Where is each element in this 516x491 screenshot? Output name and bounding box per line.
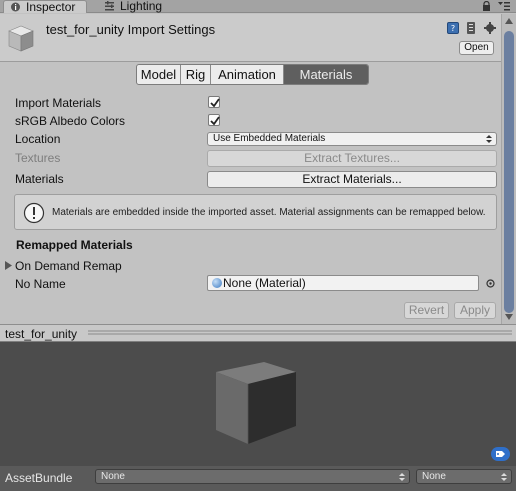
tab-lighting-label: Lighting [120, 0, 163, 13]
model-preview[interactable] [0, 342, 516, 466]
updown-arrow-icon [486, 135, 492, 143]
model-asset-icon [8, 25, 34, 52]
checkmark-icon [210, 116, 220, 126]
lock-icon[interactable] [482, 1, 491, 11]
revert-button[interactable]: Revert [404, 302, 449, 319]
vertical-scrollbar[interactable] [501, 14, 516, 324]
updown-arrow-icon [501, 473, 507, 481]
materials-label: Materials [15, 172, 64, 186]
foldout-arrow-icon[interactable] [5, 261, 12, 270]
info-icon [23, 202, 45, 224]
remapped-materials-heading: Remapped Materials [16, 238, 133, 252]
open-button[interactable]: Open [459, 41, 494, 55]
checkmark-icon [210, 98, 220, 108]
asset-bundle-name-dropdown[interactable]: None [95, 469, 410, 484]
cube-preview-icon [216, 362, 296, 444]
preset-icon[interactable] [466, 22, 476, 34]
info-tab-icon [11, 2, 20, 12]
asset-bundle-variant-dropdown[interactable]: None [416, 469, 512, 484]
info-helpbox: Materials are embedded inside the import… [14, 194, 497, 230]
import-materials-label: Import Materials [15, 96, 102, 110]
srgb-albedo-label: sRGB Albedo Colors [15, 114, 126, 128]
location-dropdown[interactable]: Use Embedded Materials [207, 132, 497, 146]
page-title: test_for_unity Import Settings [46, 22, 216, 37]
asset-bundle-variant-value: None [422, 471, 446, 482]
asset-bundle-bar: AssetBundle None None [0, 466, 516, 491]
scrollbar-thumb[interactable] [504, 31, 514, 313]
tab-menu-icon[interactable] [498, 2, 510, 11]
preview-title: test_for_unity [5, 327, 78, 341]
resize-grip-icon[interactable] [88, 329, 512, 337]
import-tabs-toolbar: Model Rig Animation Materials [136, 64, 369, 85]
scroll-up-icon[interactable] [505, 18, 513, 24]
materials-panel: Model Rig Animation Materials Import Mat… [0, 63, 501, 324]
scroll-down-icon[interactable] [505, 314, 513, 320]
no-name-label: No Name [15, 277, 66, 291]
textures-label: Textures [15, 151, 61, 165]
window-tab-bar: Inspector Lighting [0, 0, 516, 13]
extract-materials-button[interactable]: Extract Materials... [207, 171, 497, 188]
material-object-field[interactable]: None (Material) [207, 275, 479, 291]
material-sphere-icon [212, 278, 222, 288]
extract-textures-button[interactable]: Extract Textures... [207, 150, 497, 167]
label-tag-icon[interactable] [491, 447, 510, 461]
import-materials-checkbox[interactable] [208, 96, 220, 108]
updown-arrow-icon [399, 473, 405, 481]
asset-bundle-label: AssetBundle [5, 471, 73, 485]
gear-icon[interactable] [484, 22, 496, 34]
material-field-value: None (Material) [223, 276, 306, 290]
location-label: Location [15, 132, 61, 146]
preview-header[interactable]: test_for_unity [0, 324, 516, 342]
tab-animation[interactable]: Animation [211, 65, 284, 84]
import-settings-header: test_for_unity Import Settings ? Open [0, 14, 501, 62]
srgb-albedo-checkbox[interactable] [208, 114, 220, 126]
object-picker-icon[interactable] [486, 279, 495, 288]
svg-text:?: ? [451, 24, 455, 33]
tab-rig[interactable]: Rig [181, 65, 211, 84]
info-message: Materials are embedded inside the import… [52, 207, 486, 218]
location-value: Use Embedded Materials [213, 133, 326, 144]
lighting-tab-icon [105, 1, 114, 11]
asset-bundle-name-value: None [101, 471, 125, 482]
tab-lighting[interactable]: Lighting [98, 0, 178, 13]
tab-model[interactable]: Model [137, 65, 181, 84]
tab-inspector[interactable]: Inspector [3, 0, 87, 13]
on-demand-remap-foldout[interactable]: On Demand Remap [15, 259, 122, 273]
apply-button[interactable]: Apply [454, 302, 496, 319]
tab-materials[interactable]: Materials [284, 65, 368, 84]
tab-inspector-label: Inspector [26, 0, 76, 14]
help-book-icon[interactable]: ? [447, 22, 459, 34]
